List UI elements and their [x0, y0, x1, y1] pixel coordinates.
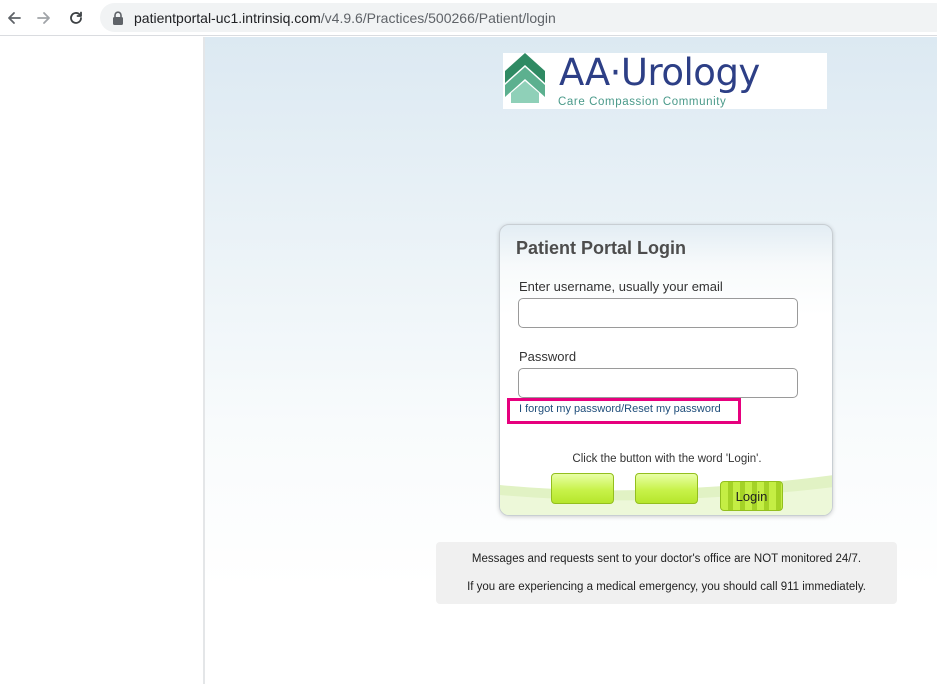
logo-wordmark: AA·Urology [559, 51, 760, 94]
decoy-button-2[interactable] [635, 473, 698, 504]
address-bar[interactable]: patientportal-uc1.intrinsiq.com/v4.9.6/P… [100, 3, 937, 32]
login-panel: Patient Portal Login Enter username, usu… [499, 224, 833, 516]
page-left-margin [0, 37, 204, 684]
forgot-password-link[interactable]: I forgot my password/Reset my password [519, 403, 721, 415]
logo-tagline: Care Compassion Community [558, 96, 727, 108]
notice-monitoring: Messages and requests sent to your docto… [471, 553, 862, 565]
panel-title: Patient Portal Login [516, 238, 687, 258]
username-label: Enter username, usually your email [519, 279, 723, 294]
notice-emergency: If you are experiencing a medical emerge… [467, 581, 866, 593]
url-host: patientportal-uc1.intrinsiq.com [134, 9, 321, 26]
url-path: /v4.9.6/Practices/500266/Patient/login [320, 9, 556, 26]
lock-icon [113, 10, 123, 25]
login-button[interactable]: Login [720, 481, 783, 511]
decoy-button-1[interactable] [551, 473, 614, 504]
reload-button[interactable] [64, 6, 88, 30]
password-label: Password [519, 349, 577, 364]
chevron-logo-icon [505, 53, 545, 103]
login-hint: Click the button with the word 'Login'. [572, 453, 762, 465]
forward-button[interactable] [32, 6, 56, 30]
arrow-left-icon [8, 12, 21, 24]
password-input[interactable] [518, 368, 798, 398]
reload-icon [70, 11, 82, 24]
browser-toolbar: patientportal-uc1.intrinsiq.com/v4.9.6/P… [0, 0, 937, 36]
back-button[interactable] [2, 6, 26, 30]
arrow-right-icon [37, 12, 50, 24]
notice-box: Messages and requests sent to your docto… [436, 542, 897, 604]
username-input[interactable] [518, 298, 798, 328]
practice-logo: AA·Urology Care Compassion Community [503, 51, 827, 109]
